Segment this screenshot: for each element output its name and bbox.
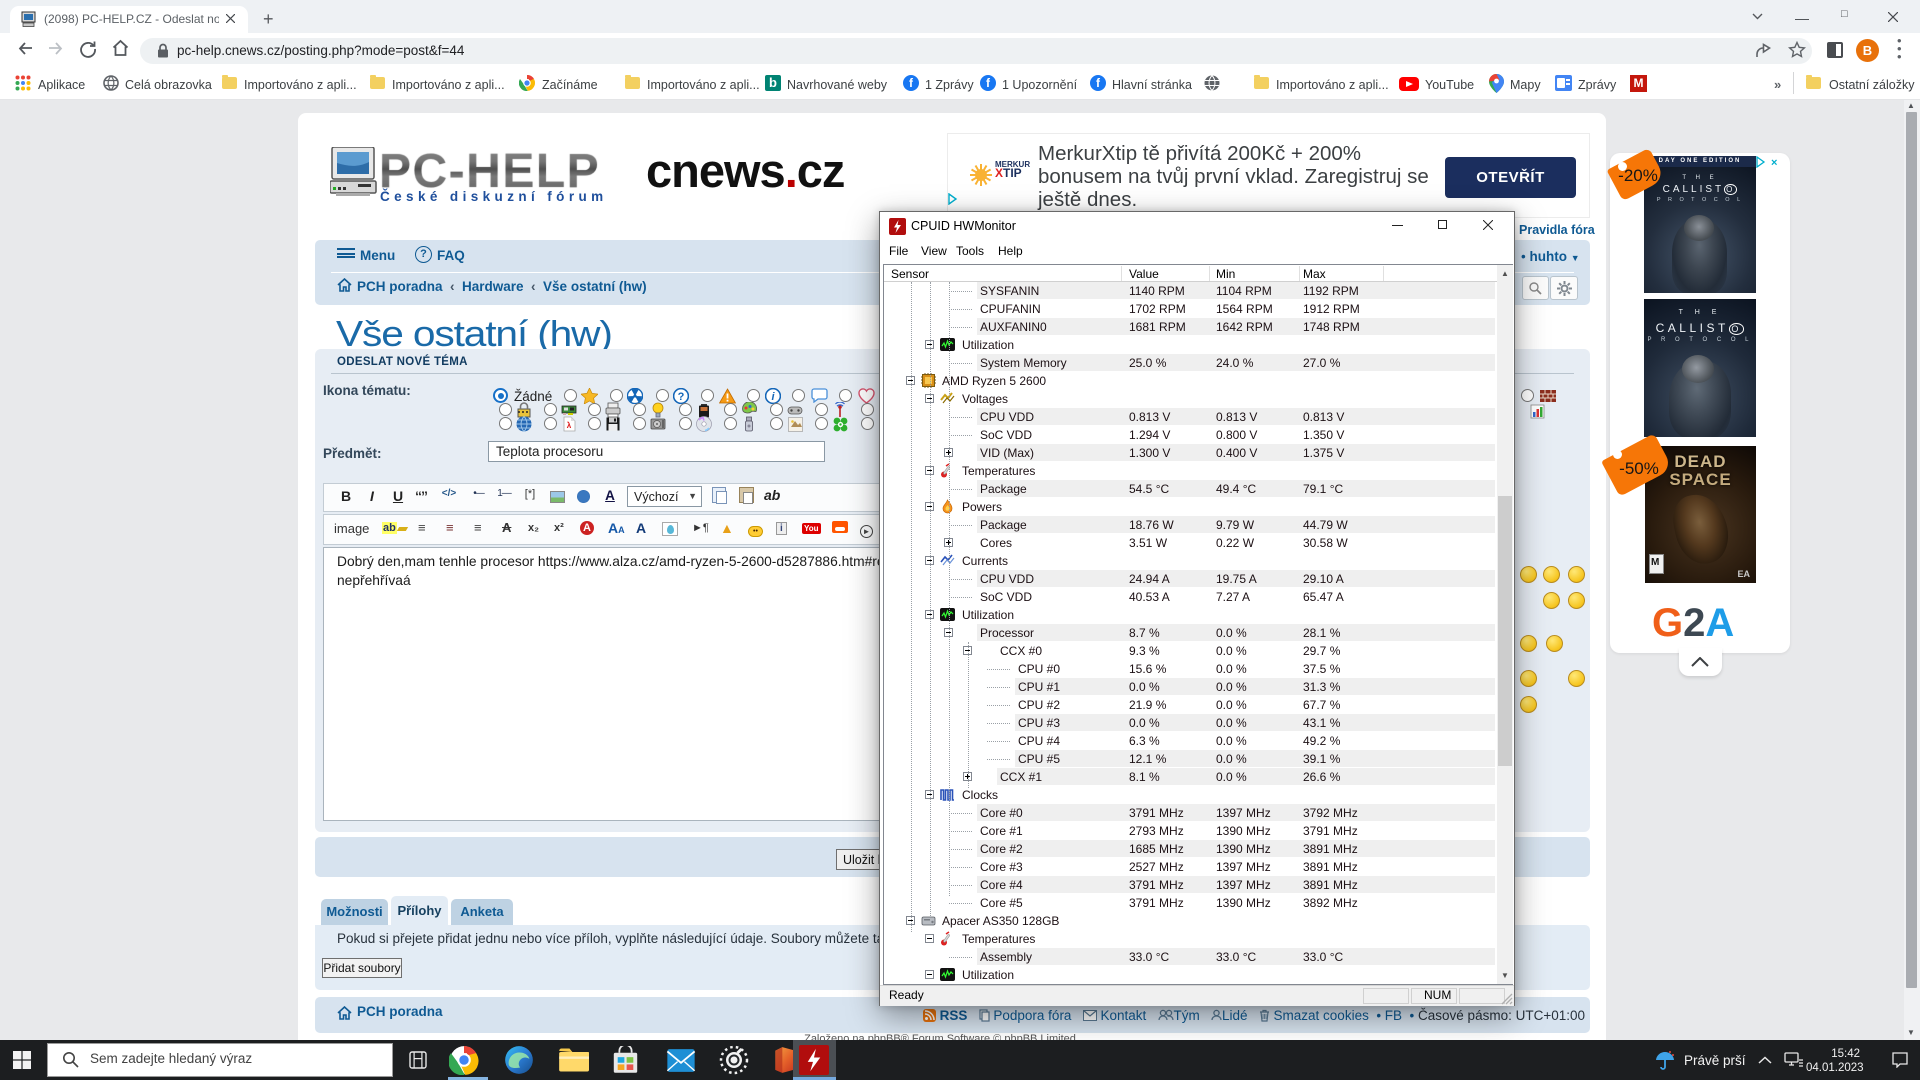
svg-text:λ: λ: [567, 421, 572, 430]
svg-text:?: ?: [678, 391, 685, 403]
